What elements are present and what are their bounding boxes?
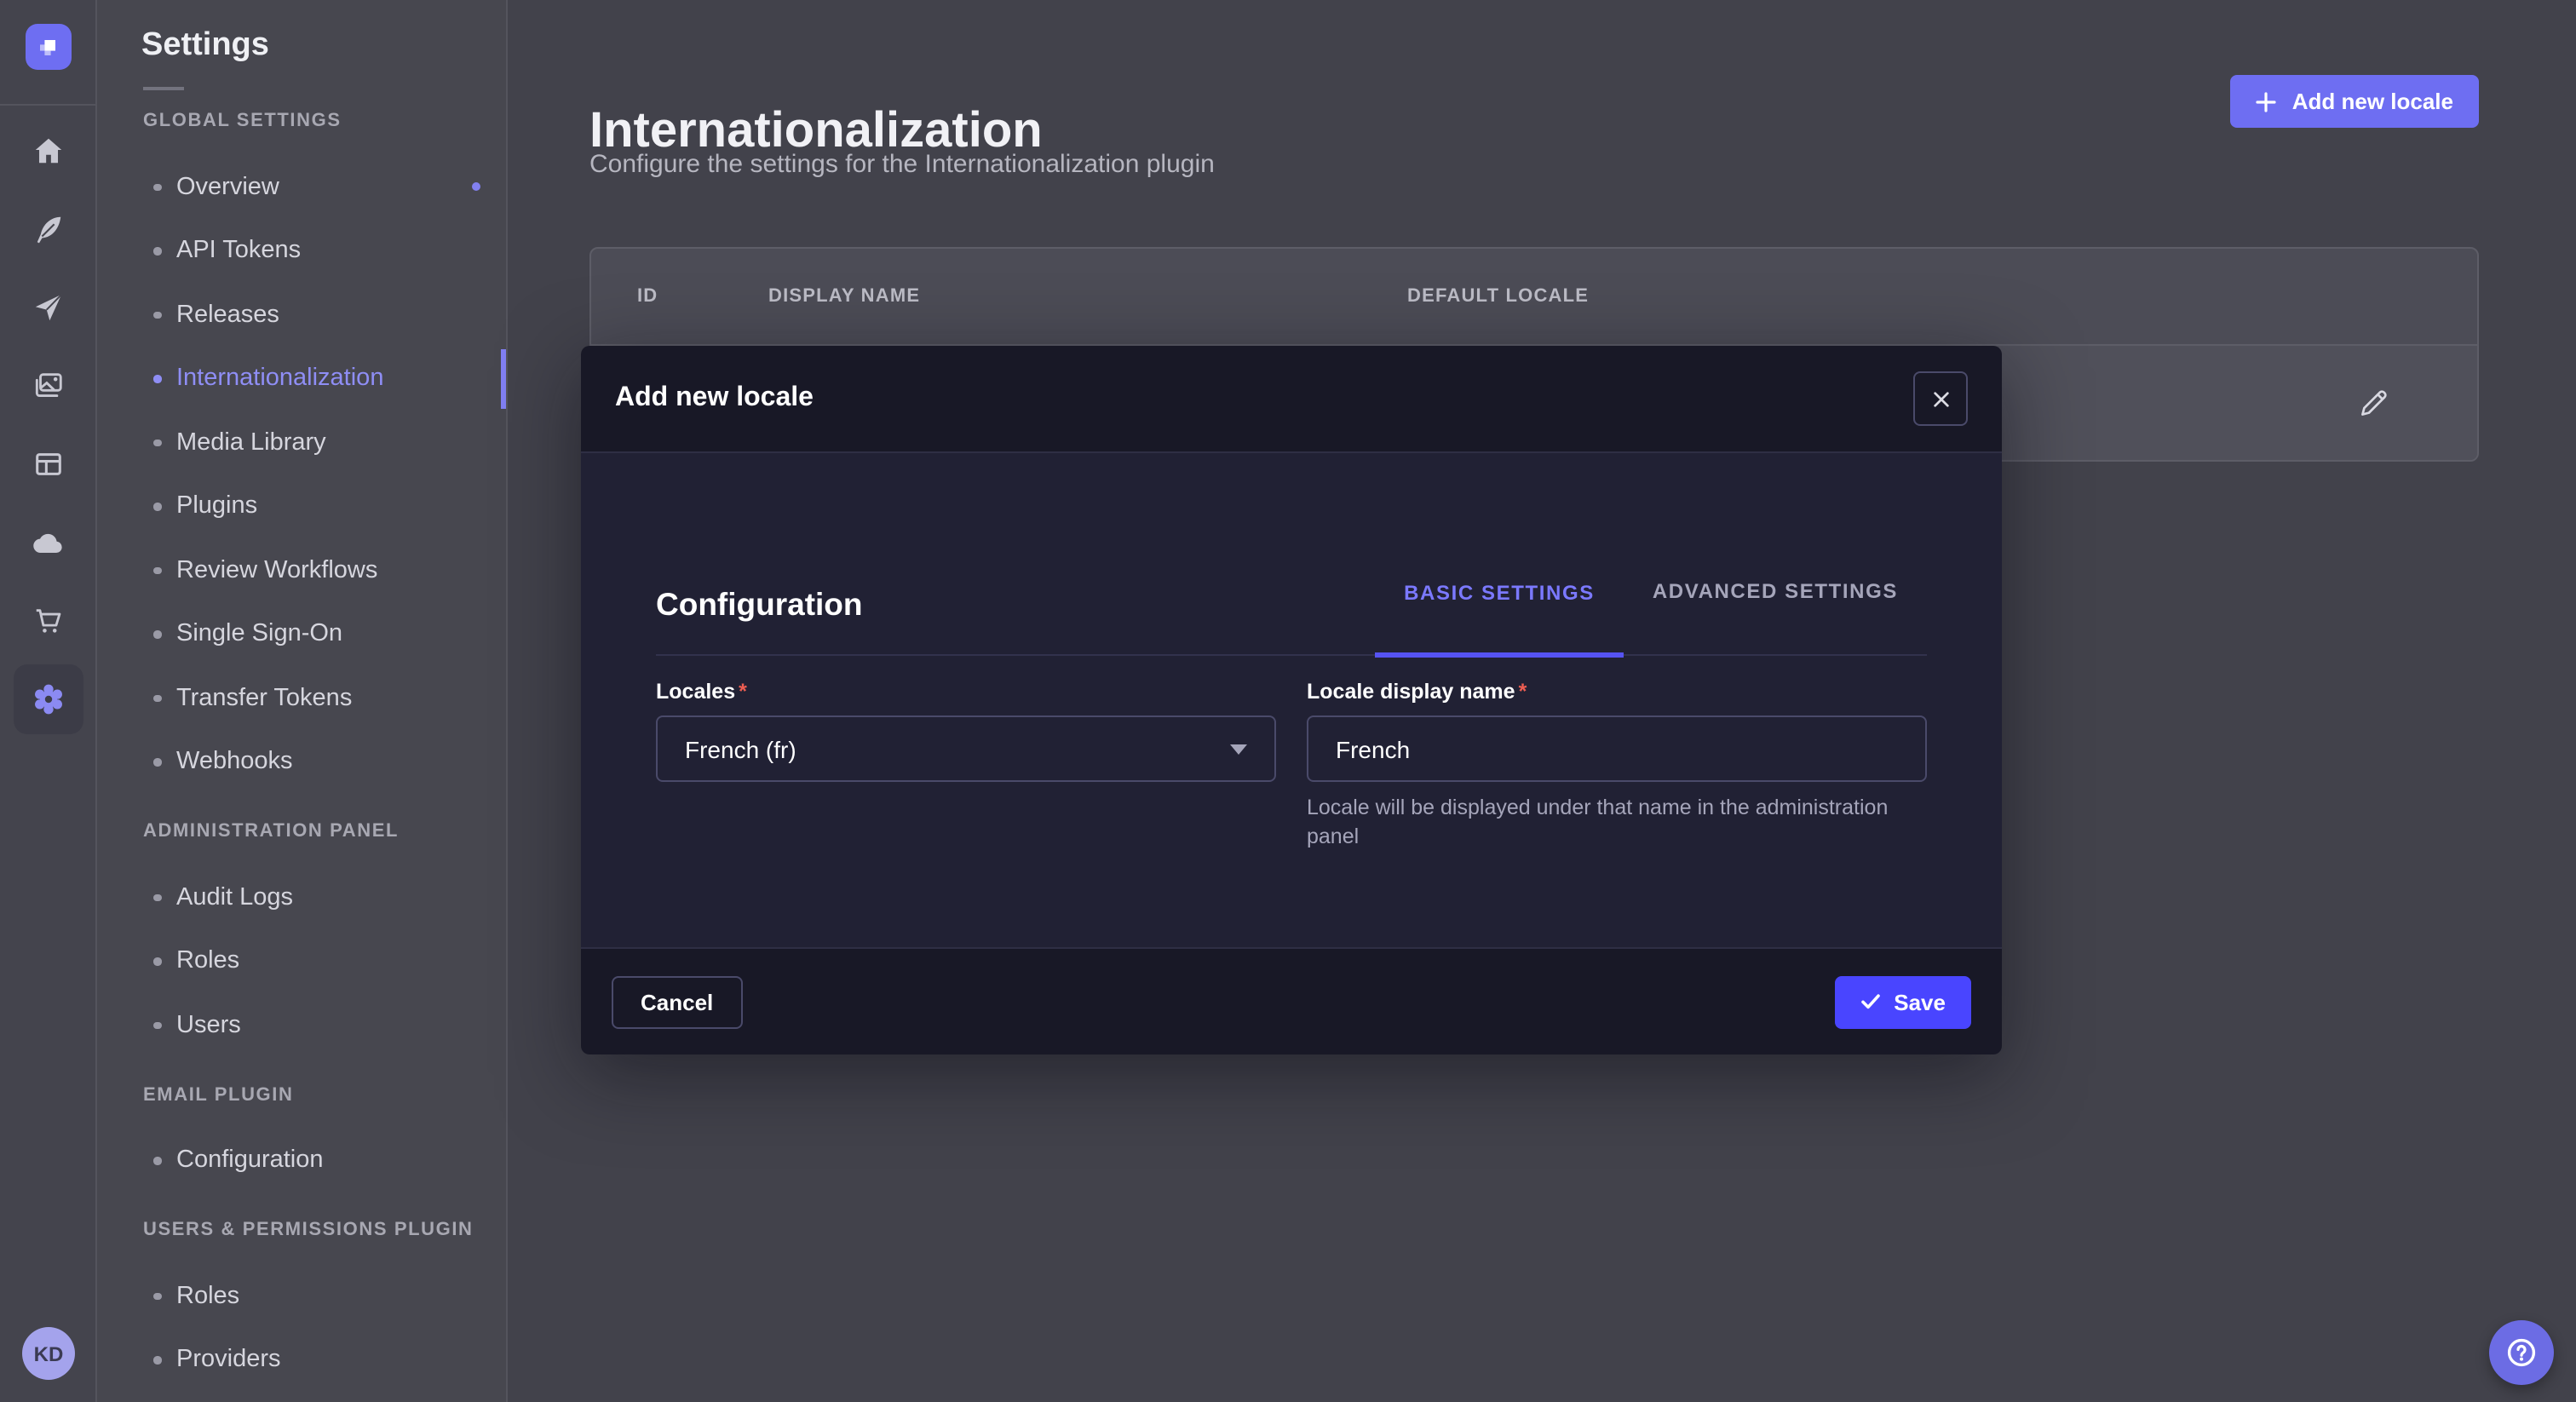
check-icon xyxy=(1860,991,1880,1012)
page-subtitle: Configure the settings for the Internati… xyxy=(589,150,1215,179)
sidebar-item-review-workflows[interactable]: Review Workflows xyxy=(97,538,506,602)
bullet-icon xyxy=(153,566,161,574)
icon-rail: KD xyxy=(0,0,97,1402)
cart-icon[interactable] xyxy=(13,586,83,656)
column-header-display-name: DISPLAY NAME xyxy=(768,286,1407,307)
bullet-icon xyxy=(153,893,161,901)
display-name-field: Locale display name French Locale will b… xyxy=(1307,676,1927,852)
user-avatar[interactable]: KD xyxy=(22,1327,75,1380)
column-header-default-locale: DEFAULT LOCALE xyxy=(1407,286,2477,307)
cloud-icon[interactable] xyxy=(13,508,83,577)
sidebar-item-audit-logs[interactable]: Audit Logs xyxy=(97,865,506,929)
bullet-icon xyxy=(153,1021,161,1029)
settings-sidebar: Settings GLOBAL SETTINGS Overview API To… xyxy=(97,0,508,1402)
strapi-logo-icon xyxy=(32,32,63,62)
display-name-helper-text: Locale will be displayed under that name… xyxy=(1307,794,1927,852)
sidebar-item-api-tokens[interactable]: API Tokens xyxy=(97,219,506,283)
configuration-title: Configuration xyxy=(656,586,863,654)
modal-tabs: BASIC SETTINGS ADVANCED SETTINGS xyxy=(1375,579,1927,654)
bullet-icon xyxy=(153,503,161,510)
question-mark-icon xyxy=(2503,1334,2540,1371)
sidebar-item-single-sign-on[interactable]: Single Sign-On xyxy=(97,602,506,666)
bullet-icon xyxy=(153,1157,161,1164)
column-header-id: ID xyxy=(637,286,768,307)
layout-icon[interactable] xyxy=(13,429,83,499)
modal-title: Add new locale xyxy=(615,383,814,414)
notification-dot xyxy=(472,183,480,192)
tab-advanced-settings[interactable]: ADVANCED SETTINGS xyxy=(1624,579,1927,654)
display-name-label: Locale display name xyxy=(1307,680,1527,704)
locales-label: Locales xyxy=(656,680,747,704)
bullet-icon xyxy=(153,439,161,446)
locales-field: Locales French (fr) xyxy=(656,676,1276,852)
bullet-icon xyxy=(153,1292,161,1300)
pencil-edit-icon xyxy=(2358,388,2389,418)
bullet-icon xyxy=(153,758,161,766)
sidebar-item-releases[interactable]: Releases xyxy=(97,283,506,347)
sidebar-item-up-roles[interactable]: Roles xyxy=(97,1264,506,1328)
chevron-down-icon xyxy=(1230,744,1247,754)
locales-select-value: French (fr) xyxy=(685,735,796,762)
media-library-icon[interactable] xyxy=(13,351,83,421)
modal-body: Configuration BASIC SETTINGS ADVANCED SE… xyxy=(581,453,2002,947)
bullet-icon xyxy=(153,630,161,638)
sidebar-item-users[interactable]: Users xyxy=(97,993,506,1057)
edit-locale-button[interactable] xyxy=(2351,381,2395,425)
section-header-global-settings: GLOBAL SETTINGS xyxy=(143,104,506,138)
form-fields: Locales French (fr) Locale display name … xyxy=(656,676,1927,852)
home-icon[interactable] xyxy=(13,116,83,186)
paper-plane-icon[interactable] xyxy=(13,273,83,342)
modal-header: Add new locale xyxy=(581,346,2002,453)
sidebar-title: Settings xyxy=(141,27,506,65)
strapi-logo[interactable] xyxy=(25,24,71,70)
configuration-row: Configuration BASIC SETTINGS ADVANCED SE… xyxy=(656,453,1927,656)
bullet-icon xyxy=(153,957,161,965)
bullet-icon xyxy=(153,694,161,702)
display-name-input[interactable]: French xyxy=(1307,715,1927,782)
section-header-email-plugin: EMAIL PLUGIN xyxy=(143,1077,506,1112)
sidebar-item-roles[interactable]: Roles xyxy=(97,929,506,993)
section-header-users-permissions-plugin: USERS & PERMISSIONS PLUGIN xyxy=(143,1213,506,1247)
bullet-icon xyxy=(153,247,161,255)
bullet-icon xyxy=(153,1356,161,1364)
sidebar-item-plugins[interactable]: Plugins xyxy=(97,474,506,538)
modal-close-button[interactable] xyxy=(1913,371,1968,426)
plus-icon xyxy=(2257,91,2277,112)
add-new-locale-button[interactable]: Add new locale xyxy=(2231,75,2479,128)
cancel-button[interactable]: Cancel xyxy=(612,975,742,1028)
section-header-administration-panel: ADMINISTRATION PANEL xyxy=(143,814,506,848)
active-indicator xyxy=(501,348,506,408)
bullet-icon xyxy=(153,183,161,191)
sidebar-item-transfer-tokens[interactable]: Transfer Tokens xyxy=(97,666,506,730)
close-icon xyxy=(1931,389,1950,408)
bullet-icon xyxy=(153,375,161,382)
sidebar-item-media-library[interactable]: Media Library xyxy=(97,411,506,474)
bullet-icon xyxy=(153,311,161,319)
add-locale-modal: Add new locale Configuration BASIC SETTI… xyxy=(581,346,2002,1054)
locales-select[interactable]: French (fr) xyxy=(656,715,1276,782)
rail-divider xyxy=(0,104,95,106)
modal-footer: Cancel Save xyxy=(581,947,2002,1054)
sidebar-item-overview[interactable]: Overview xyxy=(97,155,506,219)
help-button[interactable] xyxy=(2489,1320,2554,1385)
table-header-row: ID DISPLAY NAME DEFAULT LOCALE xyxy=(591,249,2477,344)
sidebar-item-internationalization[interactable]: Internationalization xyxy=(97,347,506,411)
sidebar-title-rule xyxy=(143,87,184,90)
feather-icon[interactable] xyxy=(13,194,83,264)
display-name-input-value: French xyxy=(1336,735,1410,762)
sidebar-item-email-configuration[interactable]: Configuration xyxy=(97,1129,506,1192)
sidebar-item-up-providers[interactable]: Providers xyxy=(97,1328,506,1392)
app-window: KD Settings GLOBAL SETTINGS Overview API… xyxy=(0,0,2576,1402)
tab-basic-settings[interactable]: BASIC SETTINGS xyxy=(1375,579,1624,658)
sidebar-item-webhooks[interactable]: Webhooks xyxy=(97,730,506,794)
settings-gear-icon[interactable] xyxy=(13,664,83,734)
save-button[interactable]: Save xyxy=(1834,975,1971,1028)
